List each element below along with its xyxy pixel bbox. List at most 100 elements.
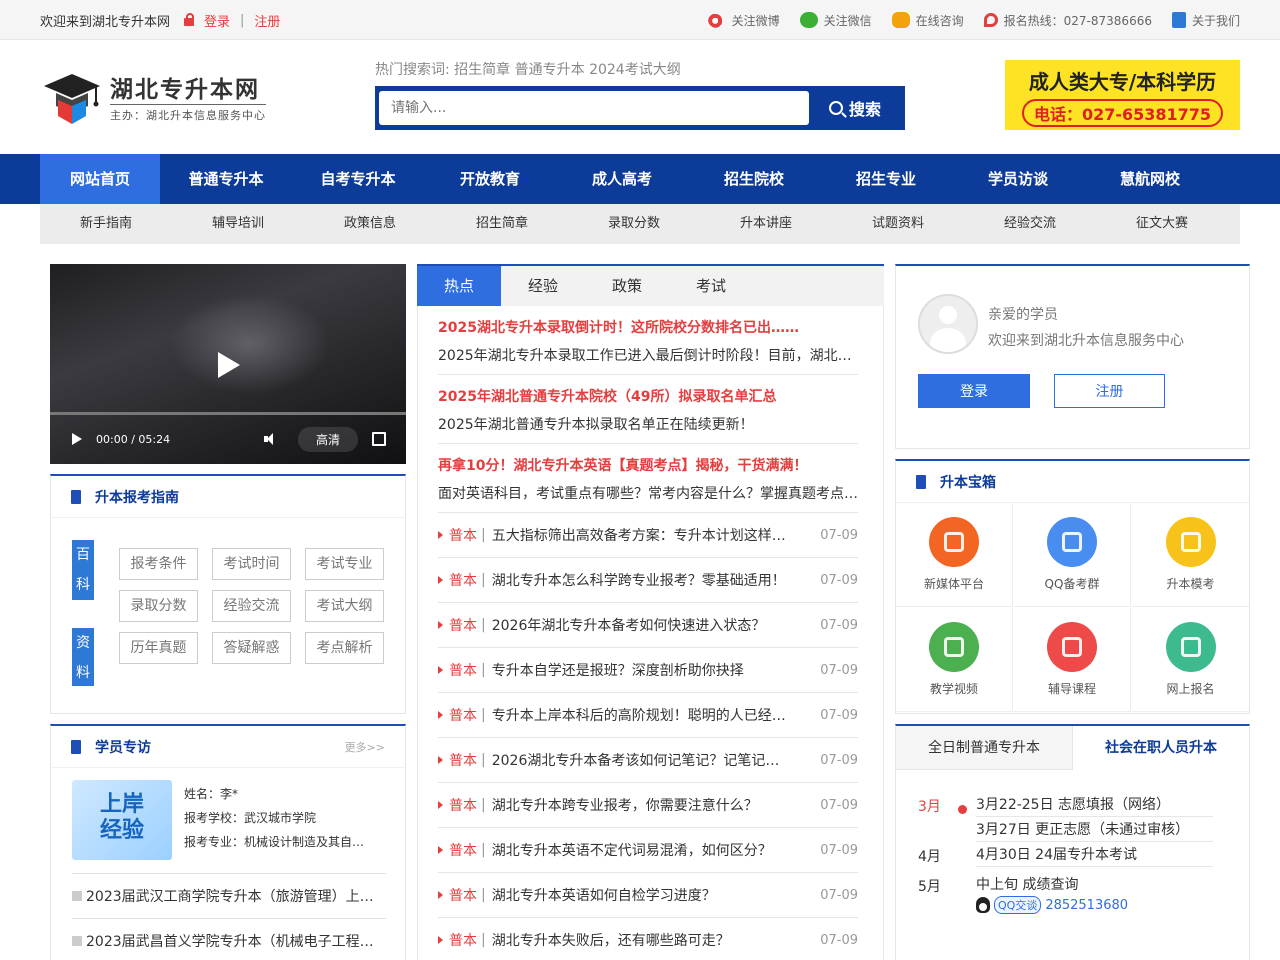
news-date: 07-09 — [820, 842, 858, 858]
hot-news-title[interactable]: 再拿10分！湖北专升本英语【真题考点】揭秘，干货满满！ — [438, 456, 858, 476]
nav-item-home[interactable]: 网站首页 — [40, 154, 160, 204]
tab-policy[interactable]: 政策 — [585, 266, 669, 306]
online-consult-link[interactable]: 在线咨询 — [891, 12, 964, 29]
guide-button[interactable]: 经验交流 — [212, 590, 291, 622]
interview-info: 姓名：李* 报考学校：武汉城市学院 报考专业：机械设计制造及其自动化 — [184, 782, 384, 854]
qq-chat-link[interactable]: QQ交谈 2852513680 — [976, 896, 1128, 914]
about-us-link[interactable]: 关于我们 — [1171, 12, 1240, 29]
toolkit-item[interactable]: 教学视频 — [896, 608, 1013, 712]
nav-item[interactable]: 成人高考 — [556, 154, 688, 204]
search-icon — [828, 101, 843, 115]
guide-button[interactable]: 报考条件 — [119, 548, 198, 580]
tab-exam[interactable]: 考试 — [669, 266, 753, 306]
video-player[interactable]: 00:00 / 05:24 高清 — [50, 264, 406, 464]
play-large-icon[interactable] — [218, 352, 240, 378]
student-name: 姓名：李* — [184, 787, 239, 801]
hot-news-desc: 面对英语科目，考试重点有哪些？常考内容是什么？掌握真题考点是提分关键 — [438, 486, 858, 502]
news-row[interactable]: 普本 | 湖北专升本怎么科学跨专业报考？零基础适用！ 07-09 — [438, 558, 858, 603]
search-button[interactable]: 搜索 — [809, 90, 901, 126]
hot-keyword[interactable]: 2024考试大纲 — [589, 62, 681, 78]
register-button[interactable]: 注册 — [1054, 374, 1165, 408]
tab-experience[interactable]: 经验 — [501, 266, 585, 306]
nav-item[interactable]: 慧航网校 — [1084, 154, 1216, 204]
follow-weibo-link[interactable]: 关注微博 — [707, 12, 780, 29]
news-title: 湖北专升本英语不定代词易混淆，如何区分？ — [491, 843, 772, 859]
video-progress-bar[interactable] — [50, 412, 406, 415]
quality-button[interactable]: 高清 — [297, 426, 358, 452]
news-row[interactable]: 普本| 2026湖北专升本备考该如何记笔记？记笔记的方法有哪些 07-09 — [438, 738, 858, 783]
list-item[interactable]: 2023届武汉工商学院专升本（旅游管理）上岸经验分享 — [72, 886, 386, 906]
guide-button[interactable]: 考点解析 — [305, 632, 384, 664]
subnav-item[interactable]: 升本讲座 — [700, 204, 832, 244]
news-row[interactable]: 普本 | 湖北专升本失败后，还有哪些路可走？ 07-09 — [438, 918, 858, 960]
subnav-item[interactable]: 新手指南 — [40, 204, 172, 244]
subnav-item[interactable]: 征文大赛 — [1096, 204, 1228, 244]
login-button[interactable]: 登录 — [918, 374, 1030, 408]
news-row[interactable]: 普本 | 湖北专升本英语如何自检学习进度？ 07-09 — [438, 873, 858, 918]
news-row[interactable]: 普本 | 2026年湖北专升本备考如何快速进入状态？ 07-09 — [438, 603, 858, 648]
interview-header: 学员专访 更多>> — [51, 726, 405, 768]
news-title: 湖北专升本跨专业报考，你需要注意什么？ — [491, 798, 758, 814]
adult-education-banner[interactable]: 成人类大专/本科学历 电话：027-65381775 — [1005, 60, 1240, 130]
guide-button[interactable]: 录取分数 — [119, 590, 198, 622]
hot-news-title[interactable]: 2025年湖北普通专升本院校（49所）拟录取名单汇总 — [438, 387, 858, 407]
follow-wechat-link[interactable]: 关注微信 — [799, 12, 872, 29]
main-nav: 网站首页 普通专升本 自考专升本 开放教育 成人高考 招生院校 招生专业 学员访… — [0, 154, 1280, 204]
subnav-item[interactable]: 试题资料 — [832, 204, 964, 244]
nav-item[interactable]: 开放教育 — [424, 154, 556, 204]
toolkit-item[interactable]: 网上报名 — [1132, 608, 1249, 712]
subnav-item[interactable]: 辅导培训 — [172, 204, 304, 244]
news-date: 07-09 — [820, 932, 858, 948]
news-row[interactable]: 普本 | 湖北专升本英语不定代词易混淆，如何区分？ 07-09 — [438, 828, 858, 873]
volume-icon[interactable] — [263, 433, 278, 445]
toolkit-item[interactable]: 新媒体平台 — [896, 503, 1013, 607]
guide-button[interactable]: 历年真题 — [119, 632, 198, 664]
news-category: 普本 — [449, 753, 477, 769]
guide-button[interactable]: 考试时间 — [212, 548, 291, 580]
thumbnail-text: 上岸 — [99, 792, 144, 817]
play-icon[interactable] — [72, 433, 82, 445]
guide-button[interactable]: 考试专业 — [305, 548, 384, 580]
list-item[interactable]: 2023届武昌首义学院专升本（机械电子工程）上岸经验分享 — [72, 931, 386, 951]
nav-item[interactable]: 招生专业 — [820, 154, 952, 204]
hot-news-item: 再拿10分！湖北专升本英语【真题考点】揭秘，干货满满！ 面对英语科目，考试重点有… — [438, 444, 858, 513]
news-row[interactable]: 普本| 专升本上岸本科后的高阶规划！聪明的人已经开始行动 07-09 — [438, 693, 858, 738]
news-row[interactable]: 普本 | 五大指标筛出高效备考方案：专升本计划这样制定 07-09 — [438, 513, 858, 558]
hot-keyword[interactable]: 招生简章 — [454, 62, 510, 78]
toolkit-item[interactable]: 辅导课程 — [1014, 608, 1131, 712]
tab-working-adults[interactable]: 社会在职人员升本 — [1072, 726, 1249, 770]
bullet-triangle-icon — [438, 756, 443, 764]
subnav-item[interactable]: 经验交流 — [964, 204, 1096, 244]
site-logo[interactable]: 湖北专升本网 主办：湖北升本信息服务中心 — [42, 66, 282, 126]
more-link[interactable]: 更多>> — [345, 739, 385, 755]
toolkit-item[interactable]: 升本模考 — [1132, 503, 1249, 607]
hot-keyword[interactable]: 普通专升本 — [515, 62, 585, 78]
tab-hot[interactable]: 热点 — [417, 266, 501, 306]
lock-icon — [182, 13, 196, 27]
subnav-item[interactable]: 招生简章 — [436, 204, 568, 244]
top-login-link[interactable]: 登录 — [204, 11, 230, 30]
subnav-item[interactable]: 政策信息 — [304, 204, 436, 244]
top-register-link[interactable]: 注册 — [254, 11, 280, 30]
nav-item[interactable]: 招生院校 — [688, 154, 820, 204]
nav-item[interactable]: 普通专升本 — [160, 154, 292, 204]
guide-button[interactable]: 答疑解惑 — [212, 632, 291, 664]
guide-button[interactable]: 考试大纲 — [305, 590, 384, 622]
subnav-item[interactable]: 录取分数 — [568, 204, 700, 244]
interview-card[interactable]: 上岸 经验 姓名：李* 报考学校：武汉城市学院 报考专业：机械设计制造及其自动化 — [72, 780, 386, 860]
toolkit-item[interactable]: QQ备考群 — [1014, 503, 1131, 607]
search-input[interactable] — [379, 91, 809, 125]
nav-item[interactable]: 自考专升本 — [292, 154, 424, 204]
book-icon — [916, 474, 926, 489]
interview-thumbnail: 上岸 经验 — [72, 780, 172, 860]
news-row[interactable]: 普本 | 专升本自学还是报班？深度剖析助你抉择 07-09 — [438, 648, 858, 693]
hot-news-title[interactable]: 2025湖北专升本录取倒计时！这所院校分数排名已出…… — [438, 318, 858, 338]
schedule-tabs: 全日制普通专升本 社会在职人员升本 — [896, 726, 1249, 770]
fullscreen-icon[interactable] — [372, 432, 386, 446]
tab-fulltime[interactable]: 全日制普通专升本 — [896, 726, 1072, 770]
bullet-triangle-icon — [438, 576, 443, 584]
nav-item[interactable]: 学员访谈 — [952, 154, 1084, 204]
news-row[interactable]: 普本 | 湖北专升本跨专业报考，你需要注意什么？ 07-09 — [438, 783, 858, 828]
bullet-triangle-icon — [438, 666, 443, 674]
user-panel: 亲爱的学员 欢迎来到湖北升本信息服务中心 登录 注册 — [895, 264, 1250, 449]
